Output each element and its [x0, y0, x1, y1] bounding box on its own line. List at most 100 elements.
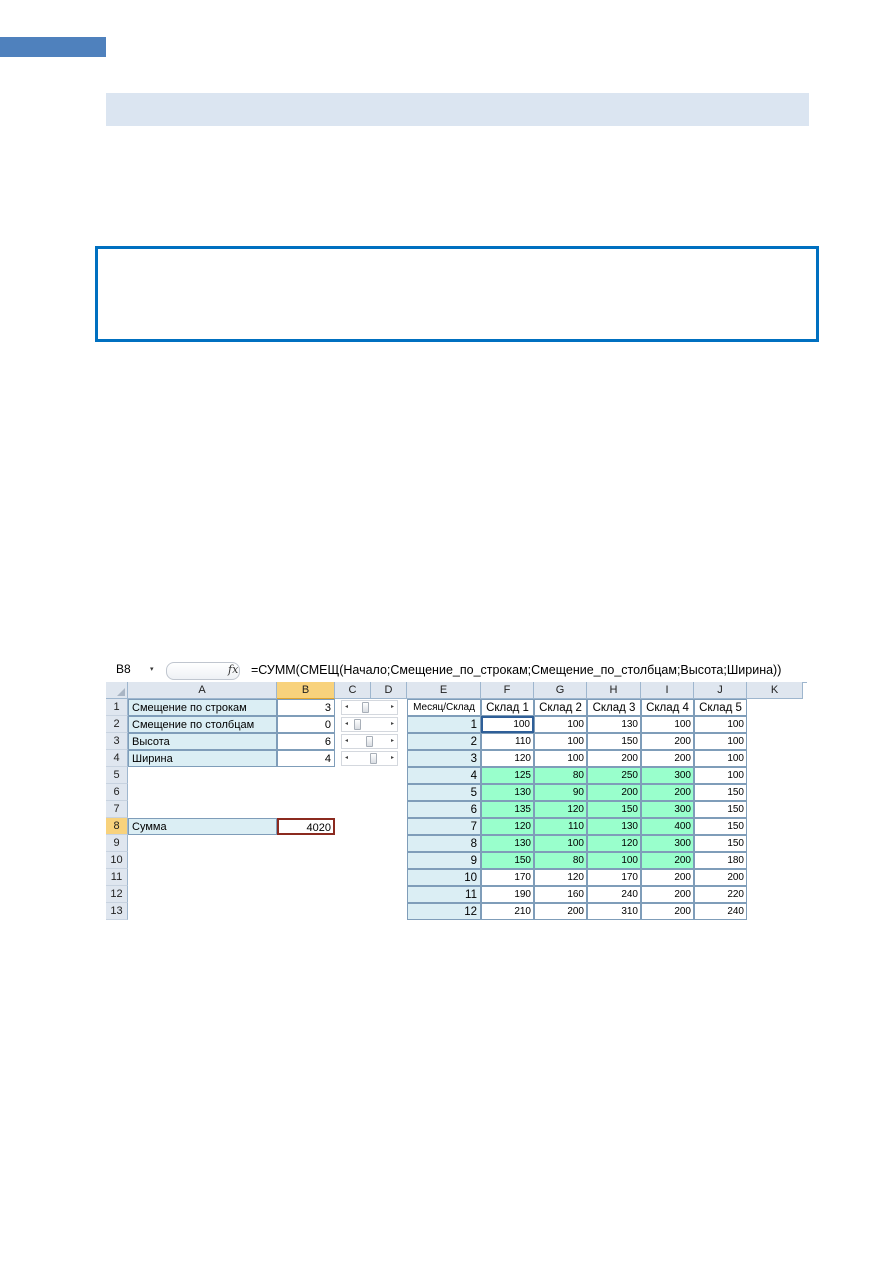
table-cell[interactable]: 100 — [587, 852, 641, 869]
parameter-label[interactable]: Высота — [128, 733, 277, 750]
month-cell[interactable]: 9 — [407, 852, 481, 869]
table-cell[interactable]: 200 — [641, 784, 694, 801]
month-cell[interactable]: 2 — [407, 733, 481, 750]
column-header-d[interactable]: D — [371, 682, 407, 699]
table-cell[interactable]: 150 — [694, 784, 747, 801]
scroll-right-icon[interactable]: ▸ — [391, 718, 394, 731]
table-cell[interactable]: 200 — [694, 869, 747, 886]
table-cell[interactable]: 80 — [534, 852, 587, 869]
scroll-thumb[interactable] — [354, 719, 361, 730]
table-cell[interactable]: 100 — [534, 835, 587, 852]
table-cell[interactable]: 110 — [534, 818, 587, 835]
parameter-scrollbar[interactable]: ◂ ▸ — [341, 700, 398, 715]
table-cell[interactable]: 90 — [534, 784, 587, 801]
table-cell[interactable]: 150 — [481, 852, 534, 869]
row-header-13[interactable]: 13 — [106, 903, 128, 920]
table-cell[interactable]: 210 — [481, 903, 534, 920]
table-cell[interactable]: 200 — [587, 750, 641, 767]
row-header-1[interactable]: 1 — [106, 699, 128, 716]
table-cell[interactable]: 200 — [641, 852, 694, 869]
row-header-10[interactable]: 10 — [106, 852, 128, 869]
table-cell[interactable]: 300 — [641, 835, 694, 852]
scroll-thumb[interactable] — [361, 702, 369, 713]
row-header-9[interactable]: 9 — [106, 835, 128, 852]
formula-text[interactable]: =СУММ(СМЕЩ(Начало;Смещение_по_строкам;См… — [251, 661, 781, 679]
table-cell[interactable]: 240 — [694, 903, 747, 920]
parameter-value[interactable]: 3 — [277, 699, 335, 716]
parameter-scrollbar[interactable]: ◂ ▸ — [341, 751, 398, 766]
month-cell[interactable]: 6 — [407, 801, 481, 818]
column-header-g[interactable]: G — [534, 682, 587, 699]
table-cell[interactable]: 400 — [641, 818, 694, 835]
table-cell[interactable]: 190 — [481, 886, 534, 903]
table-cell[interactable]: 100 — [534, 733, 587, 750]
chevron-down-icon[interactable]: ▾ — [150, 661, 154, 678]
parameter-label[interactable]: Смещение по столбцам — [128, 716, 277, 733]
fx-icon[interactable]: fx — [228, 661, 238, 678]
scroll-thumb[interactable] — [365, 736, 373, 747]
column-header-h[interactable]: H — [587, 682, 641, 699]
warehouse-header[interactable]: Склад 2 — [534, 699, 587, 716]
table-cell[interactable]: 200 — [641, 886, 694, 903]
table-cell[interactable]: 100 — [694, 733, 747, 750]
parameter-value[interactable]: 6 — [277, 733, 335, 750]
parameter-label[interactable]: Смещение по строкам — [128, 699, 277, 716]
warehouse-header[interactable]: Склад 4 — [641, 699, 694, 716]
scroll-right-icon[interactable]: ▸ — [391, 735, 394, 748]
month-cell[interactable]: 1 — [407, 716, 481, 733]
table-cell[interactable]: 120 — [587, 835, 641, 852]
table-cell[interactable]: 120 — [481, 750, 534, 767]
month-cell[interactable]: 10 — [407, 869, 481, 886]
month-cell[interactable]: 7 — [407, 818, 481, 835]
table-cell[interactable]: 150 — [587, 733, 641, 750]
table-cell[interactable]: 120 — [481, 818, 534, 835]
column-header-c[interactable]: C — [335, 682, 371, 699]
column-header-a[interactable]: A — [128, 682, 277, 699]
month-cell[interactable]: 12 — [407, 903, 481, 920]
parameter-value[interactable]: 0 — [277, 716, 335, 733]
sum-value-cell[interactable]: 4020 — [277, 818, 335, 835]
table-cell[interactable]: 200 — [534, 903, 587, 920]
table-cell[interactable]: 170 — [587, 869, 641, 886]
table-cell[interactable]: 100 — [694, 750, 747, 767]
table-cell[interactable]: 130 — [587, 818, 641, 835]
table-cell[interactable]: 240 — [587, 886, 641, 903]
select-all-button[interactable] — [106, 682, 128, 699]
table-cell[interactable]: 100 — [534, 716, 587, 733]
row-header-6[interactable]: 6 — [106, 784, 128, 801]
column-header-i[interactable]: I — [641, 682, 694, 699]
table-cell[interactable]: 100 — [694, 716, 747, 733]
month-cell[interactable]: 8 — [407, 835, 481, 852]
table-cell[interactable]: 120 — [534, 869, 587, 886]
table-cell[interactable]: 100 — [481, 716, 534, 733]
table-cell[interactable]: 150 — [694, 835, 747, 852]
row-header-2[interactable]: 2 — [106, 716, 128, 733]
table-cell[interactable]: 100 — [694, 767, 747, 784]
row-header-3[interactable]: 3 — [106, 733, 128, 750]
warehouse-header[interactable]: Склад 5 — [694, 699, 747, 716]
table-cell[interactable]: 135 — [481, 801, 534, 818]
scroll-left-icon[interactable]: ◂ — [345, 718, 348, 731]
table-cell[interactable]: 250 — [587, 767, 641, 784]
table-cell[interactable]: 150 — [694, 818, 747, 835]
scroll-left-icon[interactable]: ◂ — [345, 752, 348, 765]
row-header-5[interactable]: 5 — [106, 767, 128, 784]
table-cell[interactable]: 130 — [481, 835, 534, 852]
month-cell[interactable]: 11 — [407, 886, 481, 903]
table-cell[interactable]: 150 — [587, 801, 641, 818]
scroll-right-icon[interactable]: ▸ — [391, 752, 394, 765]
table-cell[interactable]: 200 — [587, 784, 641, 801]
sum-label[interactable]: Сумма — [128, 818, 277, 835]
table-cell[interactable]: 80 — [534, 767, 587, 784]
column-header-e[interactable]: E — [407, 682, 481, 699]
column-header-f[interactable]: F — [481, 682, 534, 699]
column-header-j[interactable]: J — [694, 682, 747, 699]
row-header-4[interactable]: 4 — [106, 750, 128, 767]
table-cell[interactable]: 220 — [694, 886, 747, 903]
scroll-left-icon[interactable]: ◂ — [345, 701, 348, 714]
table-cell[interactable]: 125 — [481, 767, 534, 784]
table-cell[interactable]: 300 — [641, 767, 694, 784]
parameter-scrollbar[interactable]: ◂ ▸ — [341, 734, 398, 749]
table-cell[interactable]: 200 — [641, 750, 694, 767]
column-header-b[interactable]: B — [277, 682, 335, 699]
